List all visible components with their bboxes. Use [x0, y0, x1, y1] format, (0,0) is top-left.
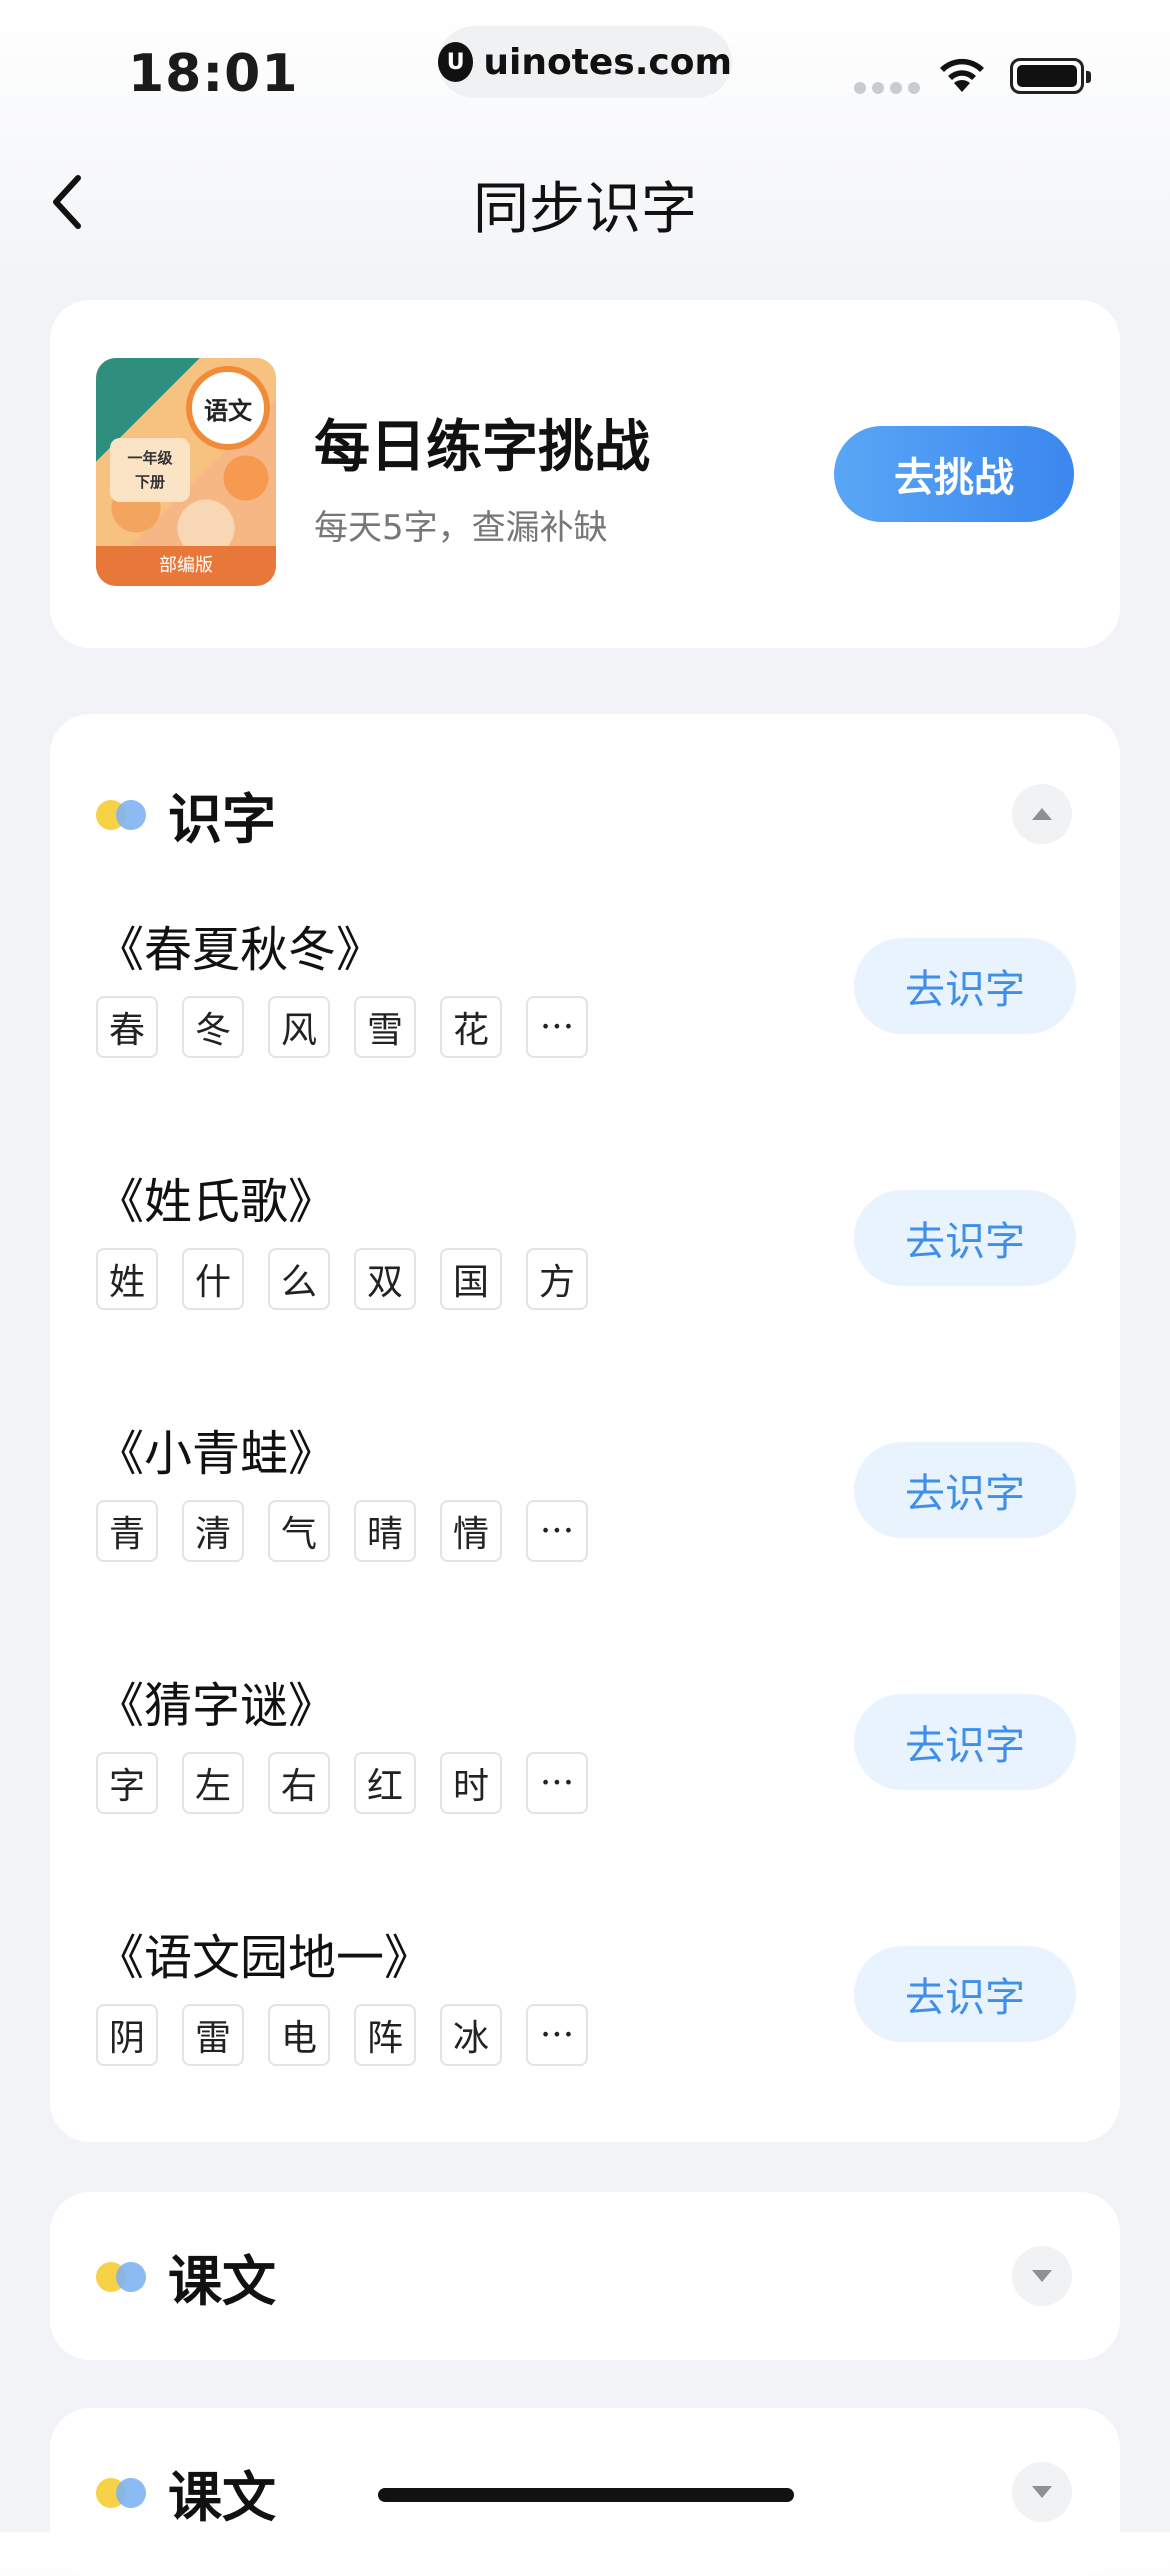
expand-toggle[interactable] [1012, 2462, 1072, 2522]
char-tile: 时 [440, 1752, 502, 1814]
section-header[interactable]: 课文 [96, 2236, 276, 2316]
cellular-signal-icon [854, 82, 920, 94]
section-dots-icon [96, 2258, 148, 2294]
section-header[interactable]: 识字 [96, 774, 276, 854]
char-tile: 么 [268, 1248, 330, 1310]
char-list: 阴雷电阵冰 ··· [96, 2004, 588, 2066]
char-tile: 雷 [182, 2004, 244, 2066]
more-chars-icon: ··· [526, 996, 588, 1058]
home-indicator [378, 2488, 794, 2502]
char-tile: 左 [182, 1752, 244, 1814]
start-challenge-button[interactable]: 去挑战 [834, 426, 1074, 522]
char-list: 春冬风雪花 ··· [96, 996, 588, 1058]
section-header[interactable]: 课文 [96, 2452, 276, 2532]
char-tile: 字 [96, 1752, 158, 1814]
char-tile: 阵 [354, 2004, 416, 2066]
char-tile: 花 [440, 996, 502, 1058]
char-list: 姓什么双国方 [96, 1248, 588, 1310]
char-tile: 春 [96, 996, 158, 1058]
url-pill: U uinotes.com [438, 26, 732, 98]
char-list: 青清气晴情 ··· [96, 1500, 588, 1562]
section-dots-icon [96, 796, 148, 832]
lesson-title: 《春夏秋冬》 [96, 922, 385, 978]
char-tile: 情 [440, 1500, 502, 1562]
char-tile: 阴 [96, 2004, 158, 2066]
status-time: 18:01 [128, 44, 299, 104]
textbook-cover: 语文 一年级 下册 部编版 [96, 358, 276, 586]
char-tile: 风 [268, 996, 330, 1058]
lesson-row: 《语文园地一》阴雷电阵冰 ··· 去识字 [96, 1918, 1076, 2118]
section-dots-icon [96, 2474, 148, 2510]
learn-chars-button[interactable]: 去识字 [854, 938, 1076, 1034]
lesson-row: 《小青蛙》青清气晴情 ··· 去识字 [96, 1414, 1076, 1614]
caret-up-icon [1032, 808, 1052, 820]
char-tile: 电 [268, 2004, 330, 2066]
lesson-row: 《春夏秋冬》春冬风雪花 ··· 去识字 [96, 910, 1076, 1110]
char-tile: 冰 [440, 2004, 502, 2066]
lesson-title: 《姓氏歌》 [96, 1174, 337, 1230]
collapse-toggle[interactable] [1012, 784, 1072, 844]
expand-toggle[interactable] [1012, 2246, 1072, 2306]
learn-chars-button[interactable]: 去识字 [854, 1442, 1076, 1538]
challenge-subtitle: 每天5字，查漏补缺 [314, 508, 608, 548]
char-tile: 红 [354, 1752, 416, 1814]
char-tile: 右 [268, 1752, 330, 1814]
char-tile: 晴 [354, 1500, 416, 1562]
lesson-title: 《小青蛙》 [96, 1426, 337, 1482]
char-tile: 青 [96, 1500, 158, 1562]
challenge-title: 每日练字挑战 [314, 415, 650, 480]
char-tile: 双 [354, 1248, 416, 1310]
char-tile: 气 [268, 1500, 330, 1562]
site-logo-icon: U [438, 42, 474, 82]
daily-challenge-card: 语文 一年级 下册 部编版 每日练字挑战 每天5字，查漏补缺 去挑战 [50, 300, 1120, 648]
caret-down-icon [1032, 2270, 1052, 2282]
section-lessons[interactable]: 课文 [50, 2192, 1120, 2360]
char-tile: 姓 [96, 1248, 158, 1310]
lesson-title: 《语文园地一》 [96, 1930, 433, 1986]
learn-chars-button[interactable]: 去识字 [854, 1190, 1076, 1286]
caret-down-icon [1032, 2486, 1052, 2498]
section-title: 识字 [168, 787, 276, 851]
book-edition: 部编版 [96, 546, 276, 586]
char-list: 字左右红时 ··· [96, 1752, 588, 1814]
site-name: uinotes.com [483, 41, 732, 83]
more-chars-icon: ··· [526, 1752, 588, 1814]
char-tile: 什 [182, 1248, 244, 1310]
char-tile: 国 [440, 1248, 502, 1310]
learn-chars-button[interactable]: 去识字 [854, 1694, 1076, 1790]
wifi-icon [940, 58, 984, 92]
battery-icon [1010, 58, 1091, 94]
char-tile: 冬 [182, 996, 244, 1058]
book-badge: 语文 [186, 366, 270, 450]
char-tile: 雪 [354, 996, 416, 1058]
section-recognize-chars: 识字 《春夏秋冬》春冬风雪花 ··· 去识字 《姓氏歌》姓什么双国方去识字 《小青蛙》青… [50, 714, 1120, 2142]
more-chars-icon: ··· [526, 2004, 588, 2066]
lesson-row: 《姓氏歌》姓什么双国方 去识字 [96, 1162, 1076, 1362]
lesson-row: 《猜字谜》字左右红时 ··· 去识字 [96, 1666, 1076, 1866]
section-title: 课文 [168, 2249, 276, 2313]
learn-chars-button[interactable]: 去识字 [854, 1946, 1076, 2042]
book-grade: 一年级 下册 [110, 438, 190, 502]
char-tile: 清 [182, 1500, 244, 1562]
char-tile: 方 [526, 1248, 588, 1310]
section-title: 课文 [168, 2465, 276, 2529]
page-title: 同步识字 [473, 177, 697, 242]
lesson-title: 《猜字谜》 [96, 1678, 337, 1734]
more-chars-icon: ··· [526, 1500, 588, 1562]
